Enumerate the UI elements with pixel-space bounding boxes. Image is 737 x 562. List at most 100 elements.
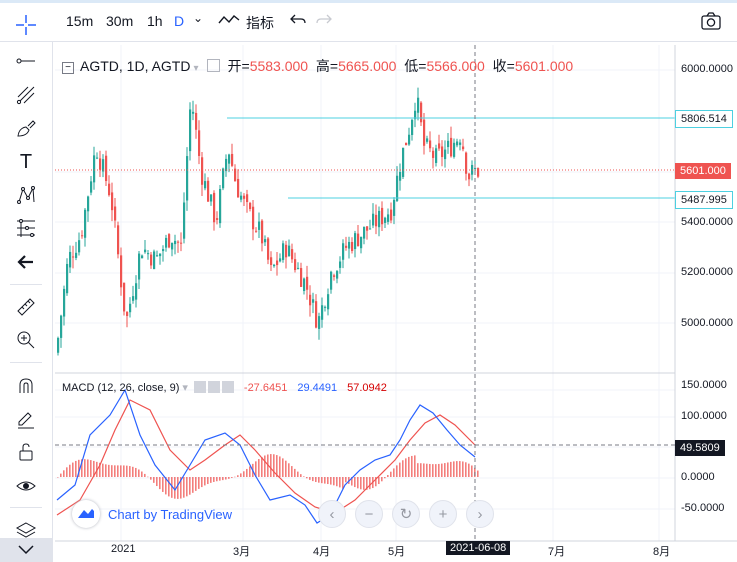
settings-icon[interactable] <box>206 59 220 72</box>
candle-body <box>342 243 345 260</box>
ruler-icon[interactable] <box>13 294 39 320</box>
redo-icon[interactable] <box>316 12 332 31</box>
macd-crosshair-tag: 49.5809 <box>675 440 725 456</box>
candle-body <box>459 142 462 145</box>
pattern-icon[interactable] <box>13 182 39 208</box>
indicators-button[interactable]: 指标 <box>246 13 274 33</box>
macd-histogram-bar <box>321 477 323 484</box>
macd-histogram-bar <box>60 473 62 477</box>
zoom-in-icon[interactable] <box>13 327 39 353</box>
macd-histogram-bar <box>114 465 116 477</box>
candle-body <box>273 264 276 267</box>
crosshair-date-badge: 2021-06-08 <box>446 541 511 555</box>
price-tick: 6000.0000 <box>681 63 733 75</box>
candle-body <box>162 249 165 252</box>
eye-icon[interactable] <box>13 473 39 499</box>
scroll-right-button[interactable]: › <box>466 500 494 528</box>
macd-histogram-bar <box>468 463 470 477</box>
candle-body <box>87 196 90 212</box>
camera-icon[interactable] <box>700 11 722 34</box>
macd-histogram-bar <box>420 463 422 477</box>
macd-tick: 100.0000 <box>681 410 727 422</box>
candle-body <box>330 271 333 290</box>
scroll-left-button[interactable]: ‹ <box>318 500 346 528</box>
candle-body <box>231 153 234 166</box>
collapse-icon[interactable]: − <box>62 62 74 74</box>
indicators-icon[interactable] <box>218 11 240 32</box>
candle-body <box>384 217 387 223</box>
interval-1h[interactable]: 1h <box>147 13 163 29</box>
chevron-left-icon: ‹ <box>329 505 335 523</box>
candle-body <box>216 218 219 220</box>
macd-histogram-bar <box>162 477 164 492</box>
candle-body <box>402 147 405 177</box>
macd-histogram-bar <box>207 477 209 485</box>
candle-body <box>129 303 132 313</box>
macd-histogram-bar <box>363 477 365 490</box>
macd-settings-icon[interactable] <box>207 381 220 393</box>
macd-chevron-icon[interactable]: ▾ <box>182 382 188 394</box>
candle-body <box>468 173 471 180</box>
macd-histogram-bar <box>156 477 158 487</box>
candle-body <box>258 221 261 230</box>
candle-body <box>282 243 285 260</box>
macd-histogram-bar <box>117 465 119 477</box>
trendline-icon[interactable] <box>13 48 39 74</box>
sidebar-divider <box>10 507 42 508</box>
candle-body <box>237 178 240 198</box>
macd-histogram-bar <box>246 468 248 477</box>
macd-histogram-bar <box>90 460 92 477</box>
macd-histogram-bar <box>345 477 347 483</box>
macd-histogram-bar <box>330 477 332 485</box>
macd-title[interactable]: MACD (12, 26, close, 9) <box>62 382 179 394</box>
time-label: 3月 <box>233 546 251 558</box>
macd-eye-icon[interactable] <box>193 381 206 393</box>
magnet-icon[interactable] <box>13 373 39 399</box>
pencil-lock-icon[interactable] <box>13 406 39 432</box>
interval-d[interactable]: D <box>174 13 184 29</box>
macd-histogram-bar <box>357 477 359 489</box>
candlestick-chart[interactable] <box>55 45 737 559</box>
candle-body <box>150 254 153 266</box>
macd-close-icon[interactable] <box>221 381 234 393</box>
candle-body <box>252 206 255 230</box>
symbol-chevron-icon[interactable]: ▾ <box>193 63 198 74</box>
back-arrow-icon[interactable] <box>13 249 39 275</box>
interval-15m[interactable]: 15m <box>66 13 93 29</box>
macd-histogram-bar <box>438 463 440 477</box>
chevron-down-icon[interactable]: ⌄ <box>193 11 203 25</box>
chevron-down-icon[interactable] <box>0 538 52 562</box>
candle-body <box>84 209 87 238</box>
symbol-label[interactable]: AGTD, 1D, AGTD <box>80 58 190 74</box>
candle-body <box>171 242 174 250</box>
crosshair-icon[interactable] <box>14 13 38 40</box>
macd-histogram-bar <box>228 477 230 479</box>
macd-histogram-bar <box>402 460 404 477</box>
fib-icon[interactable] <box>13 215 39 241</box>
candle-body <box>297 267 300 269</box>
zoom-in-button[interactable]: + <box>429 500 457 528</box>
zoom-out-button[interactable]: − <box>355 500 383 528</box>
macd-histogram-bar <box>153 477 155 483</box>
interval-30m[interactable]: 30m <box>106 13 133 29</box>
candle-body <box>315 301 318 328</box>
undo-icon[interactable] <box>290 12 306 31</box>
reset-button[interactable]: ↻ <box>392 500 420 528</box>
unlock-icon[interactable] <box>13 439 39 465</box>
macd-histogram-bar <box>417 463 419 477</box>
tradingview-watermark[interactable]: Chart by TradingView <box>72 500 232 528</box>
candle-body <box>198 130 201 156</box>
brush-icon[interactable] <box>13 116 39 142</box>
candle-body <box>294 259 297 271</box>
macd-histogram-bar <box>192 477 194 493</box>
macd-histogram-bar <box>336 477 338 487</box>
macd-histogram-bar <box>462 461 464 477</box>
sidebar-divider <box>10 284 42 285</box>
macd-histogram-bar <box>66 467 68 477</box>
macd-histogram-bar <box>264 455 266 477</box>
pitchfork-icon[interactable] <box>13 82 39 108</box>
candle-body <box>438 143 441 149</box>
macd-histogram-bar <box>354 477 356 488</box>
text-icon[interactable]: T <box>13 149 39 175</box>
close-value: 5601.000 <box>514 58 574 74</box>
